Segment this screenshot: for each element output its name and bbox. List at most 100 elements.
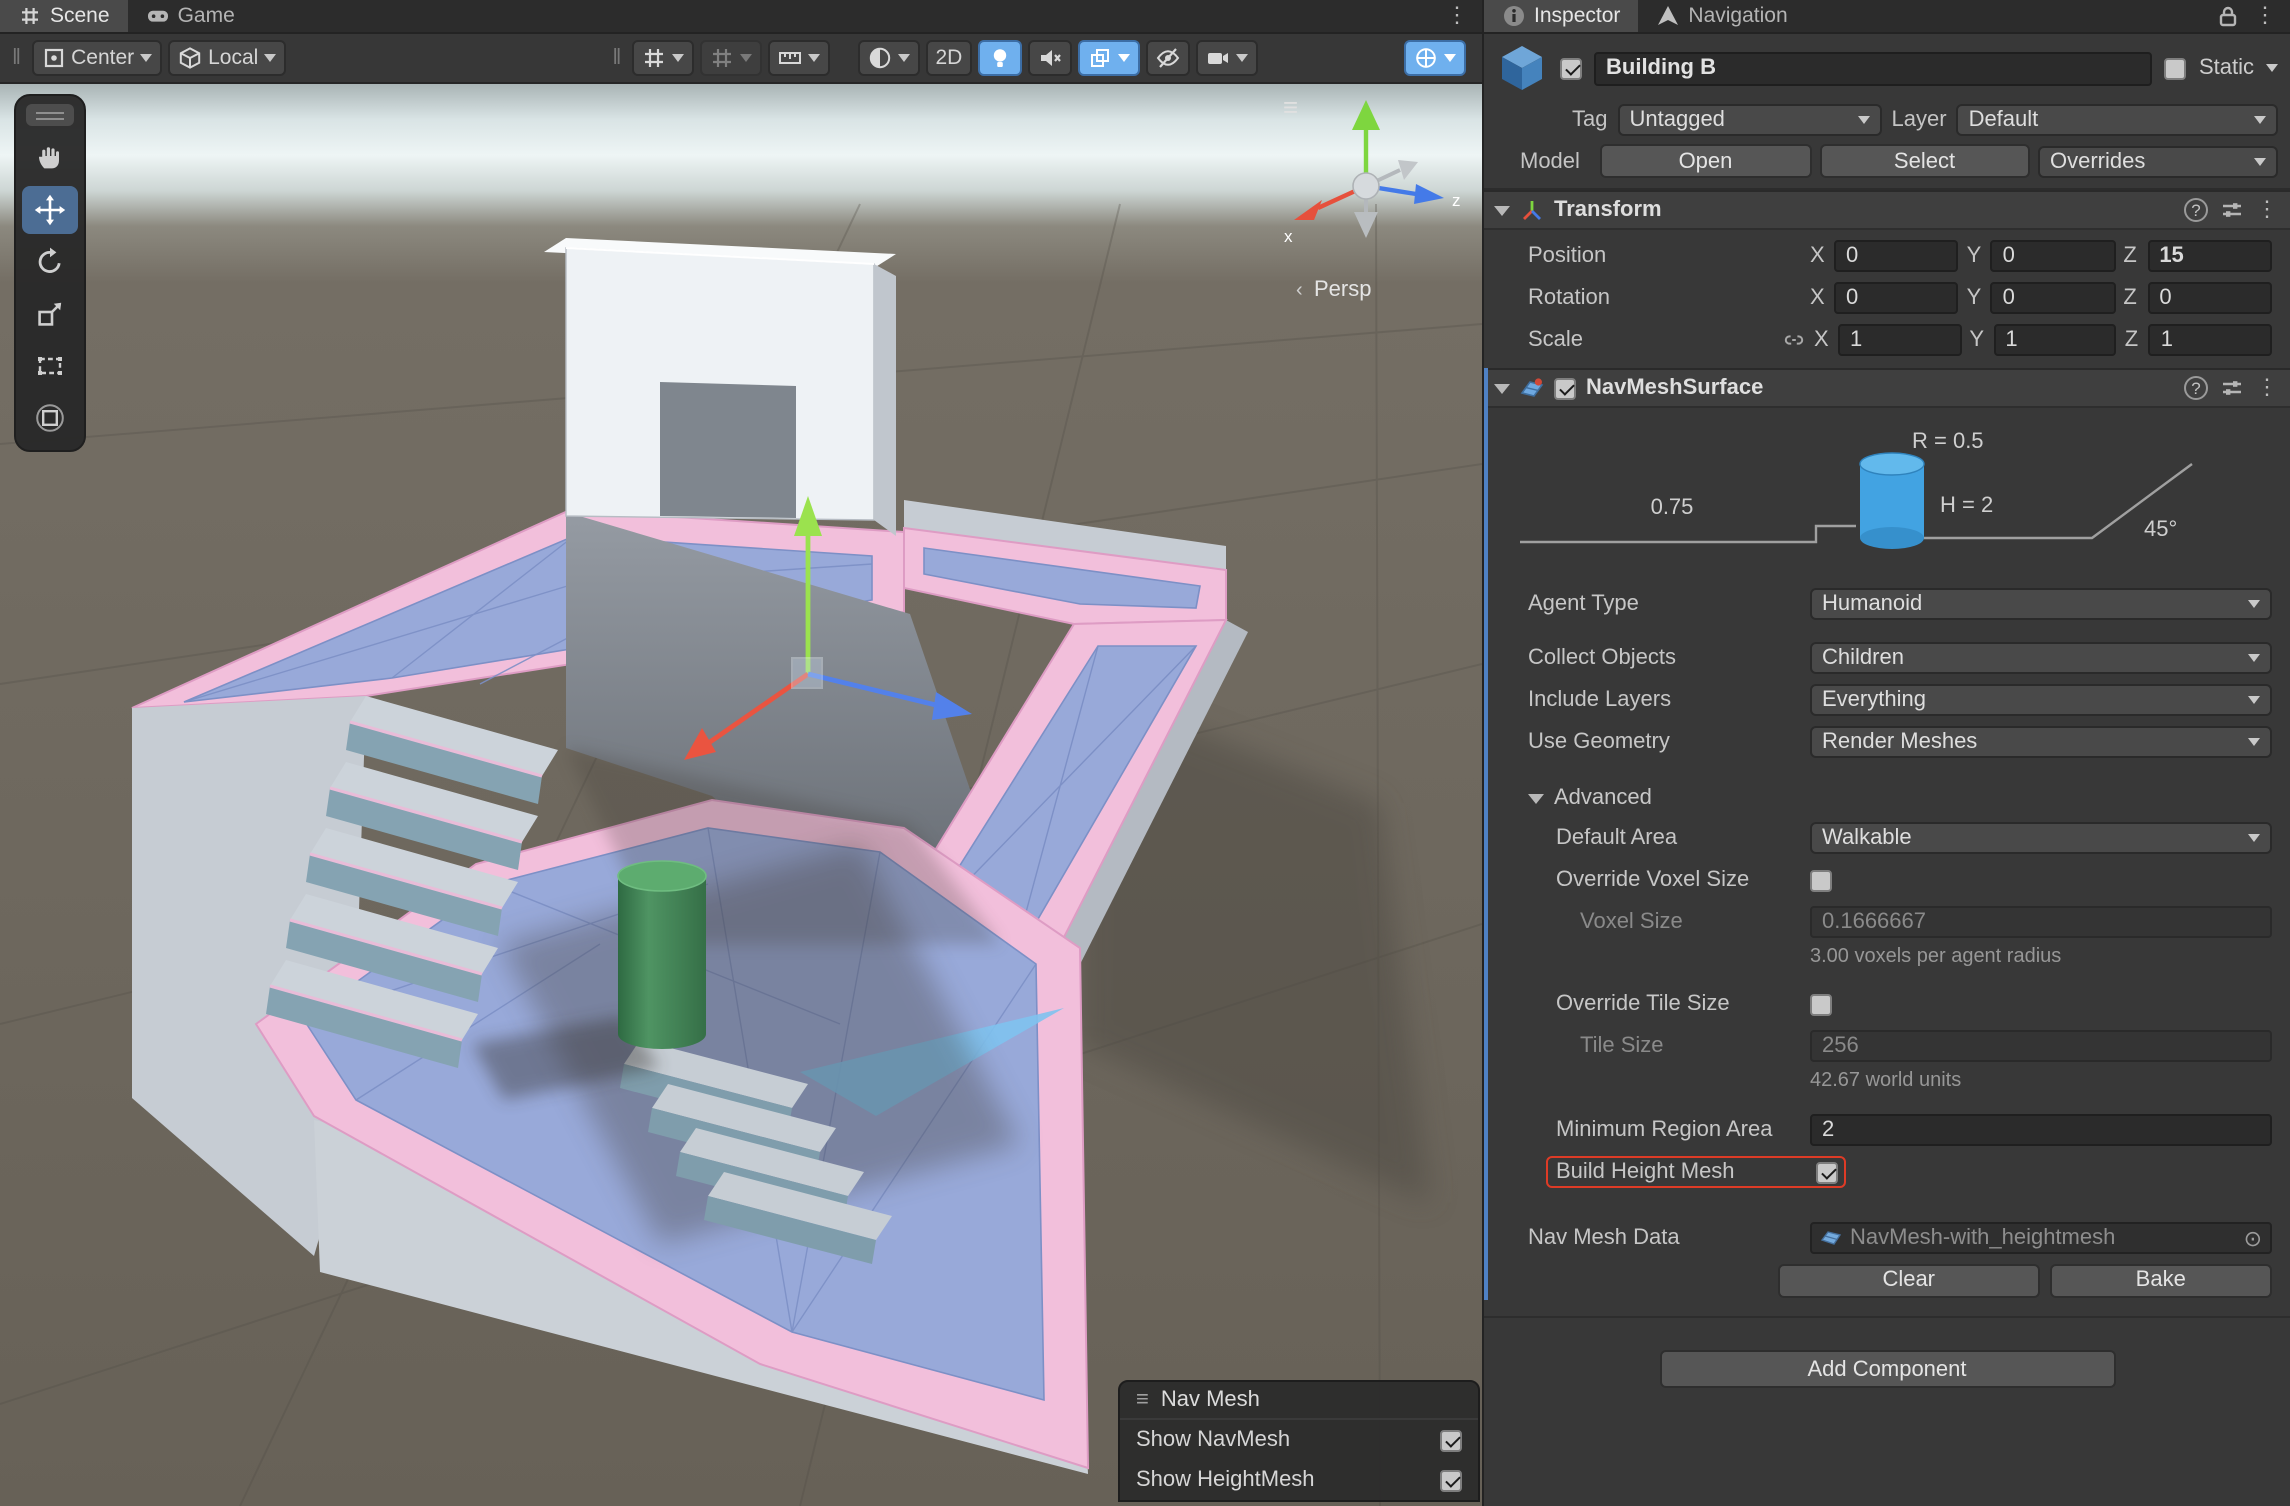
axis-z-label: z (1452, 191, 1461, 210)
gizmos-toggle[interactable] (1404, 40, 1466, 76)
navmeshsurface-icon (1520, 376, 1544, 400)
build-height-mesh-label: Build Height Mesh (1556, 1160, 1735, 1184)
voxel-help-row: 3.00 voxels per agent radius (1484, 942, 2290, 972)
foldout-arrow-icon[interactable] (1494, 205, 1510, 215)
transform-icon (1520, 198, 1544, 222)
orientation-dropdown[interactable]: Local (168, 40, 286, 76)
clear-button[interactable]: Clear (1778, 1263, 2039, 1297)
static-flags-caret[interactable] (2266, 64, 2278, 72)
min-region-label: Minimum Region Area (1556, 1118, 1772, 1142)
axis-y-label: Y (1967, 286, 1983, 310)
navmeshsurface-header[interactable]: NavMeshSurface ? ⋮ (1484, 368, 2290, 408)
toolbar-drag-handle[interactable]: ‖ (608, 46, 625, 70)
static-checkbox[interactable] (2165, 57, 2187, 79)
shading-mode-dropdown[interactable] (857, 40, 919, 76)
palette-drag-handle[interactable] (26, 104, 74, 126)
persp-label[interactable]: Persp (1314, 276, 1371, 301)
help-icon[interactable]: ? (2184, 198, 2208, 222)
scale-row: Scale X1 Y1 Z1 (1484, 320, 2290, 360)
chevron-down-icon (739, 54, 751, 62)
scene-visibility-toggle[interactable] (1146, 40, 1190, 76)
navmesh-overlay-header[interactable]: ≡ Nav Mesh (1120, 1382, 1478, 1420)
agent-type-dropdown[interactable]: Humanoid (1810, 588, 2272, 620)
show-navmesh-checkbox[interactable] (1440, 1429, 1462, 1451)
scale-y-field[interactable]: 1 (1993, 324, 2116, 356)
scene-toolbar: ‖ Center Local ‖ (0, 34, 1482, 84)
scene-3d-render[interactable]: x z ‹ Persp (0, 84, 1482, 1506)
pivot-mode-dropdown[interactable]: Center (31, 40, 162, 76)
tab-game[interactable]: Game (128, 0, 253, 32)
component-menu-kebab[interactable]: ⋮ (2256, 377, 2278, 399)
default-area-dropdown[interactable]: Walkable (1810, 822, 2272, 854)
tab-navigation[interactable]: Navigation (1638, 0, 1805, 32)
agent-type-row: Agent Type Humanoid (1484, 584, 2290, 624)
show-heightmesh-checkbox[interactable] (1440, 1469, 1462, 1491)
gameobject-enabled-checkbox[interactable] (1560, 57, 1582, 79)
grid-visibility-dropdown[interactable] (631, 40, 693, 76)
include-layers-dropdown[interactable]: Everything (1810, 684, 2272, 716)
build-height-mesh-checkbox[interactable] (1816, 1161, 1838, 1183)
scale-tool-button[interactable] (22, 290, 78, 338)
camera-settings-dropdown[interactable] (1196, 40, 1258, 76)
tab-inspector[interactable]: Inspector (1484, 0, 1638, 32)
rotation-z-field[interactable]: 0 (2147, 282, 2272, 314)
voxel-help-text: 3.00 voxels per agent radius (1810, 946, 2061, 968)
component-enabled-checkbox[interactable] (1554, 377, 1576, 399)
inspector-menu-kebab[interactable]: ⋮ (2254, 5, 2276, 27)
bake-button[interactable]: Bake (2049, 1263, 2272, 1297)
object-picker-icon[interactable]: ⊙ (2244, 1225, 2262, 1251)
show-heightmesh-label: Show HeightMesh (1136, 1468, 1315, 1492)
2d-toggle[interactable]: 2D (925, 40, 972, 76)
viewport-overlay-menu-icon[interactable]: ≡ (1283, 94, 1298, 120)
scene-pane-menu-kebab[interactable]: ⋮ (1446, 5, 1468, 27)
add-component-label: Add Component (1808, 1357, 1967, 1381)
lighting-toggle[interactable] (978, 40, 1022, 76)
add-component-button[interactable]: Add Component (1659, 1350, 2115, 1388)
axis-z-label: Z (2123, 286, 2139, 310)
foldout-arrow-icon[interactable] (1494, 383, 1510, 393)
lock-icon[interactable] (2216, 4, 2240, 28)
toolbar-drag-handle[interactable]: ‖ (8, 46, 25, 70)
layer-dropdown[interactable]: Default (1957, 104, 2278, 136)
measure-tool-dropdown[interactable] (767, 40, 829, 76)
pan-tool-button[interactable] (22, 134, 78, 182)
axis-center-ball[interactable] (1353, 173, 1379, 199)
tab-scene[interactable]: Scene (0, 0, 128, 32)
scale-z-field[interactable]: 1 (2149, 324, 2272, 356)
gameobject-name-input[interactable] (1594, 51, 2153, 85)
presets-icon[interactable] (2220, 376, 2244, 400)
model-select-button[interactable]: Select (1819, 144, 2030, 178)
override-voxel-checkbox[interactable] (1810, 869, 1832, 891)
effects-dropdown[interactable] (1078, 40, 1140, 76)
transform-tool-button[interactable] (22, 394, 78, 442)
min-region-field[interactable]: 2 (1810, 1114, 2272, 1146)
rect-tool-button[interactable] (22, 342, 78, 390)
audio-toggle[interactable] (1028, 40, 1072, 76)
unity-editor-window: Scene Game ⋮ ‖ Center Local ‖ (0, 0, 2290, 1506)
collect-objects-dropdown[interactable]: Children (1810, 642, 2272, 674)
position-y-field[interactable]: 0 (1991, 240, 2116, 272)
rotate-tool-button[interactable] (22, 238, 78, 286)
navmeshsurface-title: NavMeshSurface (1586, 376, 1763, 400)
presets-icon[interactable] (2220, 198, 2244, 222)
model-open-button[interactable]: Open (1600, 144, 1811, 178)
rotation-x-field[interactable]: 0 (1834, 282, 1959, 314)
rotation-y-field[interactable]: 0 (1991, 282, 2116, 314)
scale-x-field[interactable]: 1 (1838, 324, 1961, 356)
pivot-icon (41, 46, 65, 70)
move-tool-button[interactable] (22, 186, 78, 234)
help-icon[interactable]: ? (2184, 376, 2208, 400)
position-z-field[interactable]: 15 (2147, 240, 2272, 272)
use-geometry-dropdown[interactable]: Render Meshes (1810, 726, 2272, 758)
overrides-dropdown[interactable]: Overrides (2038, 145, 2278, 177)
component-menu-kebab[interactable]: ⋮ (2256, 199, 2278, 221)
advanced-foldout[interactable]: Advanced (1484, 778, 2290, 818)
override-tile-checkbox[interactable] (1810, 993, 1832, 1015)
tag-dropdown[interactable]: Untagged (1618, 104, 1882, 136)
position-x-field[interactable]: 0 (1834, 240, 1959, 272)
link-icon[interactable] (1782, 330, 1806, 350)
navmesh-data-object-field[interactable]: NavMesh-with_heightmesh ⊙ (1810, 1222, 2272, 1254)
transform-component-header[interactable]: Transform ? ⋮ (1484, 190, 2290, 230)
scene-viewport[interactable]: x z ‹ Persp (0, 84, 1482, 1506)
snap-settings-dropdown[interactable] (699, 40, 761, 76)
